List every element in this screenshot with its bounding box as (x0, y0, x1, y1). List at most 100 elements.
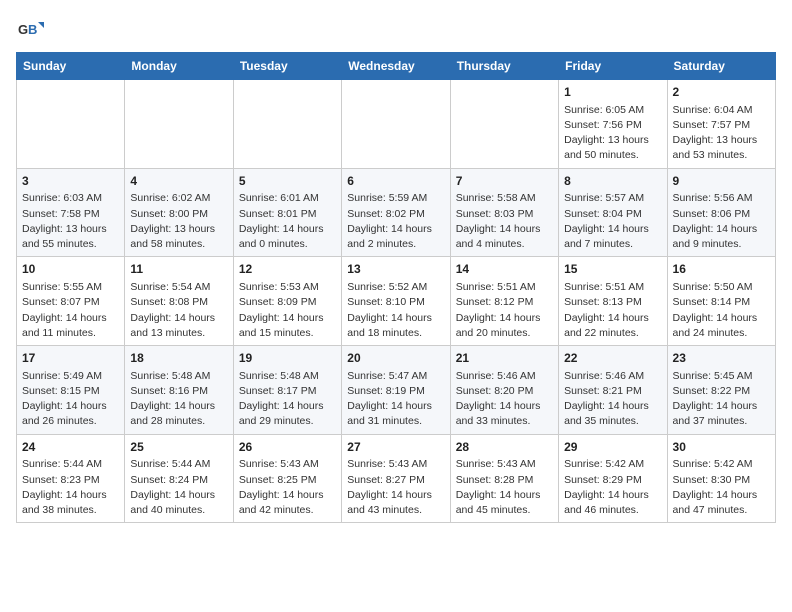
calendar-cell: 1Sunrise: 6:05 AM Sunset: 7:56 PM Daylig… (559, 80, 667, 169)
calendar-cell: 6Sunrise: 5:59 AM Sunset: 8:02 PM Daylig… (342, 168, 450, 257)
day-number: 4 (130, 173, 227, 190)
calendar-cell: 30Sunrise: 5:42 AM Sunset: 8:30 PM Dayli… (667, 434, 775, 523)
svg-text:G: G (18, 22, 28, 37)
day-number: 1 (564, 84, 661, 101)
day-info: Sunrise: 5:50 AM Sunset: 8:14 PM Dayligh… (673, 280, 770, 341)
day-info: Sunrise: 6:04 AM Sunset: 7:57 PM Dayligh… (673, 103, 770, 164)
calendar-cell (17, 80, 125, 169)
logo: G B (16, 16, 48, 44)
day-number: 18 (130, 350, 227, 367)
day-number: 11 (130, 261, 227, 278)
calendar-cell: 28Sunrise: 5:43 AM Sunset: 8:28 PM Dayli… (450, 434, 558, 523)
calendar-day-header: Thursday (450, 53, 558, 80)
day-number: 5 (239, 173, 336, 190)
calendar-cell: 9Sunrise: 5:56 AM Sunset: 8:06 PM Daylig… (667, 168, 775, 257)
day-info: Sunrise: 5:56 AM Sunset: 8:06 PM Dayligh… (673, 191, 770, 252)
calendar-cell: 13 Sunrise: 5:52 AM Sunset: 8:10 PM Dayli… (342, 257, 450, 346)
day-info: Sunrise: 5:43 AM Sunset: 8:25 PM Dayligh… (239, 457, 336, 518)
day-number: 23 (673, 350, 770, 367)
day-info: Sunrise: 5:59 AM Sunset: 8:02 PM Dayligh… (347, 191, 444, 252)
day-info: Sunrise: 5:46 AM Sunset: 8:21 PM Dayligh… (564, 369, 661, 430)
logo-icon: G B (16, 16, 44, 44)
day-number: 24 (22, 439, 119, 456)
calendar-cell: 11 Sunrise: 5:54 AM Sunset: 8:08 PM Dayli… (125, 257, 233, 346)
calendar-day-header: Wednesday (342, 53, 450, 80)
day-info: Sunrise: 5:47 AM Sunset: 8:19 PM Dayligh… (347, 369, 444, 430)
day-info: Sunrise: 5:48 AM Sunset: 8:17 PM Dayligh… (239, 369, 336, 430)
day-info: Sunrise: 5:58 AM Sunset: 8:03 PM Dayligh… (456, 191, 553, 252)
calendar-body: 1Sunrise: 6:05 AM Sunset: 7:56 PM Daylig… (17, 80, 776, 523)
day-info: Sunrise: 5:55 AM Sunset: 8:07 PM Dayligh… (22, 280, 119, 341)
calendar-day-header: Friday (559, 53, 667, 80)
day-info: Sunrise: 5:48 AM Sunset: 8:16 PM Dayligh… (130, 369, 227, 430)
day-info: Sunrise: 5:49 AM Sunset: 8:15 PM Dayligh… (22, 369, 119, 430)
day-info: Sunrise: 5:54 AM Sunset: 8:08 PM Dayligh… (130, 280, 227, 341)
calendar-week-row: 1Sunrise: 6:05 AM Sunset: 7:56 PM Daylig… (17, 80, 776, 169)
svg-text:B: B (28, 22, 37, 37)
day-info: Sunrise: 5:52 AM Sunset: 8:10 PM Dayligh… (347, 280, 444, 341)
day-info: Sunrise: 5:42 AM Sunset: 8:30 PM Dayligh… (673, 457, 770, 518)
calendar-cell: 3Sunrise: 6:03 AM Sunset: 7:58 PM Daylig… (17, 168, 125, 257)
day-info: Sunrise: 5:53 AM Sunset: 8:09 PM Dayligh… (239, 280, 336, 341)
day-info: Sunrise: 6:01 AM Sunset: 8:01 PM Dayligh… (239, 191, 336, 252)
day-number: 28 (456, 439, 553, 456)
calendar-week-row: 10Sunrise: 5:55 AM Sunset: 8:07 PM Dayli… (17, 257, 776, 346)
calendar-week-row: 17 Sunrise: 5:49 AM Sunset: 8:15 PM Dayli… (17, 346, 776, 435)
day-number: 7 (456, 173, 553, 190)
page-header: G B (16, 16, 776, 44)
day-info: Sunrise: 5:43 AM Sunset: 8:28 PM Dayligh… (456, 457, 553, 518)
calendar-cell: 14 Sunrise: 5:51 AM Sunset: 8:12 PM Dayli… (450, 257, 558, 346)
calendar-cell: 17 Sunrise: 5:49 AM Sunset: 8:15 PM Dayli… (17, 346, 125, 435)
calendar-cell: 16 Sunrise: 5:50 AM Sunset: 8:14 PM Dayli… (667, 257, 775, 346)
day-number: 3 (22, 173, 119, 190)
calendar-cell: 26Sunrise: 5:43 AM Sunset: 8:25 PM Dayli… (233, 434, 341, 523)
day-number: 20 (347, 350, 444, 367)
calendar-cell: 25Sunrise: 5:44 AM Sunset: 8:24 PM Dayli… (125, 434, 233, 523)
calendar-day-header: Sunday (17, 53, 125, 80)
calendar-header-row: SundayMondayTuesdayWednesdayThursdayFrid… (17, 53, 776, 80)
calendar-cell: 27Sunrise: 5:43 AM Sunset: 8:27 PM Dayli… (342, 434, 450, 523)
calendar-cell: 7Sunrise: 5:58 AM Sunset: 8:03 PM Daylig… (450, 168, 558, 257)
calendar-cell (233, 80, 341, 169)
day-number: 19 (239, 350, 336, 367)
day-info: Sunrise: 5:51 AM Sunset: 8:12 PM Dayligh… (456, 280, 553, 341)
day-number: 27 (347, 439, 444, 456)
day-number: 2 (673, 84, 770, 101)
day-number: 30 (673, 439, 770, 456)
day-info: Sunrise: 6:03 AM Sunset: 7:58 PM Dayligh… (22, 191, 119, 252)
calendar-cell (342, 80, 450, 169)
calendar-cell: 20 Sunrise: 5:47 AM Sunset: 8:19 PM Dayli… (342, 346, 450, 435)
calendar-cell: 8Sunrise: 5:57 AM Sunset: 8:04 PM Daylig… (559, 168, 667, 257)
day-number: 9 (673, 173, 770, 190)
calendar-cell: 18 Sunrise: 5:48 AM Sunset: 8:16 PM Dayli… (125, 346, 233, 435)
day-info: Sunrise: 5:42 AM Sunset: 8:29 PM Dayligh… (564, 457, 661, 518)
calendar-cell: 10Sunrise: 5:55 AM Sunset: 8:07 PM Dayli… (17, 257, 125, 346)
calendar-day-header: Monday (125, 53, 233, 80)
day-info: Sunrise: 5:46 AM Sunset: 8:20 PM Dayligh… (456, 369, 553, 430)
day-number: 16 (673, 261, 770, 278)
day-number: 13 (347, 261, 444, 278)
calendar-table: SundayMondayTuesdayWednesdayThursdayFrid… (16, 52, 776, 523)
calendar-cell: 23 Sunrise: 5:45 AM Sunset: 8:22 PM Dayli… (667, 346, 775, 435)
calendar-cell: 22 Sunrise: 5:46 AM Sunset: 8:21 PM Dayli… (559, 346, 667, 435)
day-info: Sunrise: 5:51 AM Sunset: 8:13 PM Dayligh… (564, 280, 661, 341)
calendar-cell: 21Sunrise: 5:46 AM Sunset: 8:20 PM Dayli… (450, 346, 558, 435)
calendar-cell: 12Sunrise: 5:53 AM Sunset: 8:09 PM Dayli… (233, 257, 341, 346)
day-info: Sunrise: 5:45 AM Sunset: 8:22 PM Dayligh… (673, 369, 770, 430)
calendar-cell (125, 80, 233, 169)
day-number: 15 (564, 261, 661, 278)
calendar-cell: 19 Sunrise: 5:48 AM Sunset: 8:17 PM Dayli… (233, 346, 341, 435)
day-info: Sunrise: 6:02 AM Sunset: 8:00 PM Dayligh… (130, 191, 227, 252)
day-number: 29 (564, 439, 661, 456)
calendar-week-row: 24Sunrise: 5:44 AM Sunset: 8:23 PM Dayli… (17, 434, 776, 523)
day-info: Sunrise: 5:44 AM Sunset: 8:24 PM Dayligh… (130, 457, 227, 518)
calendar-cell: 5Sunrise: 6:01 AM Sunset: 8:01 PM Daylig… (233, 168, 341, 257)
day-info: Sunrise: 5:57 AM Sunset: 8:04 PM Dayligh… (564, 191, 661, 252)
day-number: 17 (22, 350, 119, 367)
day-number: 25 (130, 439, 227, 456)
calendar-cell: 2 Sunrise: 6:04 AM Sunset: 7:57 PM Daylig… (667, 80, 775, 169)
calendar-cell (450, 80, 558, 169)
day-number: 14 (456, 261, 553, 278)
day-number: 22 (564, 350, 661, 367)
calendar-cell: 29Sunrise: 5:42 AM Sunset: 8:29 PM Dayli… (559, 434, 667, 523)
